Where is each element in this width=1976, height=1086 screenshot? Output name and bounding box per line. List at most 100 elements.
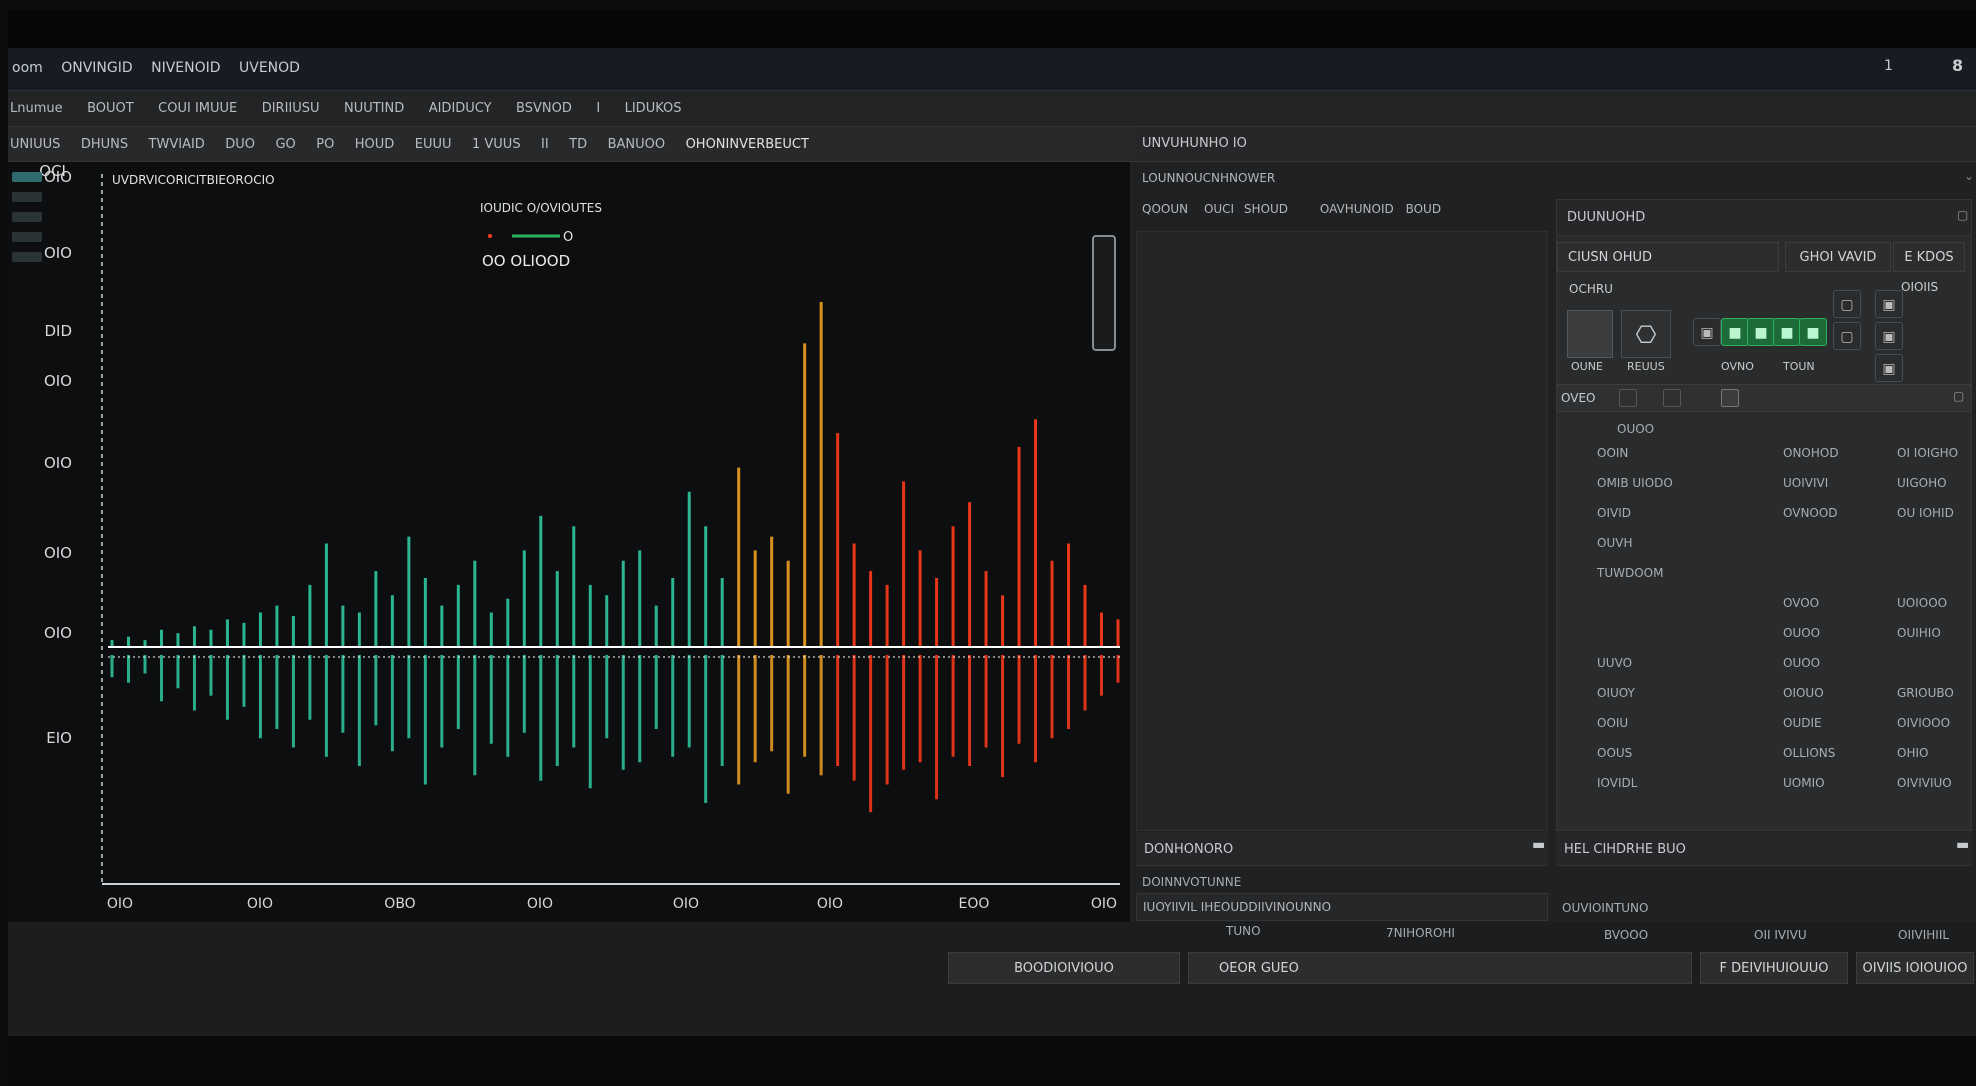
chart-toolbar-item[interactable]: TD [569,137,587,152]
tab-item[interactable]: SHOUD [1244,202,1288,216]
inspector-pin-icon[interactable]: ▢ [1957,208,1968,222]
y-tick-label: OIO [44,372,72,390]
chart-toolbar-item[interactable]: DUO [225,137,255,152]
chart-toolbar-item[interactable]: EUUU [415,137,452,152]
title-menu-item[interactable]: ONVINGID [61,60,132,76]
gutter-marker[interactable] [12,232,42,242]
toolbar-item[interactable]: NUUTIND [344,101,404,116]
camera-icon[interactable] [1567,310,1613,358]
section-left-field[interactable]: IUOYIIVIL IHEOUDDIIVINOUNNO [1136,893,1548,921]
toolbar-item[interactable]: COUI IMUUE [158,101,237,116]
property-row[interactable]: OUVH [1557,536,1971,560]
mini-tool-button[interactable] [1619,389,1637,407]
toolbar-item[interactable]: LIDUKOS [625,101,682,116]
section-left-header[interactable]: DONHONORO [1136,832,1548,866]
property-row[interactable]: OVOO UOIOOO [1557,596,1971,620]
property-row[interactable]: OOUS OLLIONS OHIO [1557,746,1971,770]
network-icon[interactable]: ⎔ [1621,310,1671,358]
toolbar-item[interactable]: AIDIDUCY [429,101,492,116]
property-row[interactable]: OMIB UIODO UOIVIVI UIGOHO [1557,476,1971,500]
property-cell: OIUOY [1597,686,1635,700]
property-row[interactable]: UUVO OUOO [1557,656,1971,680]
gutter-marker[interactable] [12,212,42,222]
x-tick-label: OIO [673,896,699,912]
title-menu-item[interactable]: UVENOD [239,60,300,76]
toolbar-item[interactable]: BSVNOD [516,101,572,116]
minimize-button[interactable]: 1 [1884,58,1893,74]
tab-item[interactable]: BOUD [1406,202,1442,216]
footer-label: OIIVIHIIL [1898,928,1950,942]
chart-scroll-handle[interactable] [1092,235,1116,351]
property-row[interactable]: OIUOY OIOUO GRIOUBO [1557,686,1971,710]
green-tool-icon[interactable]: ■ [1721,318,1749,346]
green-tool-icon[interactable]: ■ [1747,318,1775,346]
view-button[interactable]: GHOI VAVID [1785,242,1891,272]
gutter-marker[interactable] [12,252,42,262]
left-gutter [8,162,46,312]
name-field[interactable]: CIUSN OHUD [1557,242,1779,272]
mini-toolbar: OVEO ▢ [1557,384,1971,412]
footer-label: BVOOO [1604,928,1649,942]
chart-panel: OCI UVDRVICORICITBIEOROCIO OIO OIO DID OIO O… [8,162,1130,922]
chart-toolbar-item[interactable]: BANUOO [608,137,666,152]
tool-icon[interactable]: ▣ [1875,322,1903,350]
green-tool-icon[interactable]: ■ [1799,318,1827,346]
tool-label: OVNO [1721,360,1754,373]
chart-toolbar-item[interactable]: UNIUUS [10,137,60,152]
property-cell: UOIVIVI [1783,476,1829,490]
property-cell: UUVO [1597,656,1633,670]
property-row[interactable]: OOIN ONOHOD OI IOIGHO [1557,446,1971,470]
tab-item[interactable]: OUCI [1204,202,1234,216]
toolbar-item[interactable]: DIRIIUSU [262,101,320,116]
tab-item[interactable]: QOOUN [1142,202,1188,216]
tool-icon[interactable]: ▢ [1833,322,1861,350]
gutter-marker[interactable] [12,192,42,202]
chart-toolbar-item[interactable]: OHONINVERBEUCT [686,137,809,152]
mini-tool-button[interactable] [1663,389,1681,407]
status-secondary-button[interactable]: F DEIVIHUIOUUO [1700,952,1848,984]
section-left-collapse-icon[interactable]: ▬ [1532,837,1545,853]
mini-toolbar-more-icon[interactable]: ▢ [1953,389,1964,403]
section-right-header[interactable]: HEL CIHDRHE BUO [1556,832,1972,866]
x-tick-label: OIO [527,896,553,912]
green-tool-icon[interactable]: ■ [1773,318,1801,346]
tool-icon[interactable]: ▣ [1875,290,1903,318]
window-menu-button[interactable]: 8 [1952,56,1963,75]
section-right-collapse-icon[interactable]: ▬ [1956,837,1969,853]
legend-value: OO OLIOOD [482,252,570,270]
status-tertiary-button[interactable]: OIVIIS IOIOUIOO [1856,952,1974,984]
kdos-button[interactable]: E KDOS [1893,242,1965,272]
toolbar-item[interactable]: BOUOT [87,101,134,116]
preview-area [1136,231,1548,831]
title-menu-item[interactable]: NIVENOID [151,60,220,76]
property-row[interactable]: OIVID OVNOOD OU IOHID [1557,506,1971,530]
mini-tool-button[interactable] [1721,389,1739,407]
status-input[interactable]: OEOR GUEO [1188,952,1692,984]
property-row[interactable]: OUOO OUIHIO [1557,626,1971,650]
tools-options[interactable]: OIOIIS [1901,280,1938,294]
chart-toolbar-item[interactable]: GO [275,137,295,152]
chart-toolbar-item[interactable]: PO [316,137,334,152]
y-tick-label: OIO [44,454,72,472]
tool-icon[interactable]: ▣ [1693,318,1721,346]
tool-label: OUNE [1571,360,1603,373]
collapse-icon[interactable]: ⌄ [1964,169,1974,183]
chart-toolbar-item[interactable]: TWVIAID [149,137,205,152]
status-action-button[interactable]: BOODIOIVIOUO [948,952,1180,984]
property-row[interactable]: OOIU OUDIE OIVIOOO [1557,716,1971,740]
property-row[interactable]: IOVIDL UOMIO OIVIVIUO [1557,776,1971,800]
chart-toolbar-item[interactable]: HOUD [355,137,395,152]
chart-toolbar-item[interactable]: 1 VUUS [472,137,521,152]
toolbar-item[interactable]: Lnumue [10,101,63,116]
tool-icon[interactable]: ▢ [1833,290,1861,318]
title-menu-item[interactable]: oom [12,60,43,76]
right-subtitle: LOUNNOUCNHNOWER [1142,171,1276,185]
toolbar-item[interactable]: I [596,101,600,116]
chart-toolbar-item[interactable]: II [541,137,549,152]
main-toolbar: Lnumue BOUOT COUI IMUUE DIRIIUSU NUUTIND… [8,91,1976,127]
tool-icon[interactable]: ▣ [1875,354,1903,382]
tab-item[interactable]: OAVHUNOID [1320,202,1394,216]
chart-toolbar-item[interactable]: DHUNS [81,137,128,152]
gutter-marker[interactable] [12,172,42,182]
property-row[interactable]: TUWDOOM [1557,566,1971,590]
